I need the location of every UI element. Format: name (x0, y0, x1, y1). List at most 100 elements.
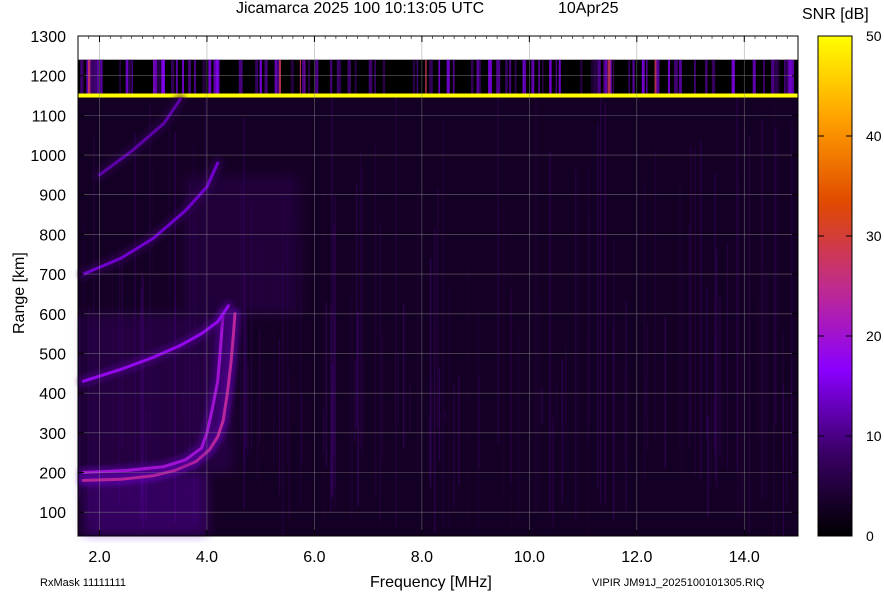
interference-column (505, 59, 508, 96)
colorbar-tick-label: 0 (866, 528, 874, 544)
interference-column (607, 59, 611, 96)
interference-column (446, 59, 449, 96)
interference-column (632, 59, 635, 96)
noise-streak (655, 148, 657, 446)
interference-column (514, 59, 517, 96)
noise-streak (478, 375, 480, 469)
noise-streak (350, 295, 352, 519)
interference-column (776, 59, 780, 96)
noise-streak (278, 338, 281, 495)
noise-streak (500, 251, 502, 458)
interference-column (509, 59, 511, 96)
interference-column (641, 59, 645, 96)
plot-layer (77, 59, 799, 537)
noise-streak (437, 188, 439, 429)
noise-streak (357, 311, 359, 507)
interference-column (125, 59, 128, 96)
noise-streak (710, 394, 712, 485)
interference-column (339, 59, 342, 96)
noise-streak (714, 173, 716, 456)
noise-streak (497, 90, 499, 445)
noise-streak (442, 120, 444, 527)
interference-column (259, 59, 262, 96)
y-tick-label: 1300 (30, 29, 66, 46)
y-tick-label: 500 (39, 346, 66, 363)
noise-streak (429, 258, 432, 488)
y-tick-label: 700 (39, 267, 66, 284)
colorbar (817, 35, 853, 537)
noise-streak (700, 140, 702, 480)
noise-streak (644, 180, 646, 485)
noise-streak (245, 313, 247, 448)
interference-column (656, 59, 660, 96)
noise-streak (737, 177, 739, 523)
noise-streak (707, 416, 709, 517)
noise-streak (262, 368, 264, 463)
noise-streak (625, 300, 627, 512)
noise-streak (453, 382, 455, 510)
noise-streak (552, 415, 554, 528)
interference-column (610, 59, 612, 96)
x-tick-label: 6.0 (303, 549, 325, 566)
noise-streak (381, 331, 384, 462)
noise-streak (549, 150, 551, 513)
interference-column (308, 59, 310, 96)
interference-column (182, 59, 184, 96)
y-tick-label: 1200 (30, 69, 66, 86)
interference-column (416, 59, 419, 96)
noise-streak (510, 211, 512, 533)
noise-streak (759, 278, 761, 441)
interference-column (522, 59, 524, 96)
colorbar-tick-label: 40 (866, 128, 882, 144)
noise-streak (765, 269, 767, 498)
interference-column (667, 59, 670, 96)
noise-streak (786, 397, 788, 505)
interference-column (558, 59, 561, 96)
noise-streak (624, 371, 626, 459)
x-tick-label: 12.0 (621, 549, 652, 566)
interference-column (471, 59, 474, 96)
x-tick-label: 10.0 (514, 549, 545, 566)
interference-column (374, 59, 376, 96)
noise-streak (556, 384, 558, 427)
noise-streak (565, 337, 567, 472)
interference-column (412, 59, 416, 96)
noise-streak (334, 195, 336, 488)
noise-streak (403, 303, 405, 448)
interference-column (478, 59, 481, 96)
noise-streak (721, 388, 723, 469)
interference-column (354, 59, 357, 96)
noise-streak (300, 240, 302, 508)
noise-streak (417, 188, 419, 473)
noise-streak (694, 147, 696, 476)
interference-column (97, 59, 99, 96)
noise-streak (333, 222, 335, 458)
noise-streak (256, 394, 258, 479)
interference-column (382, 59, 386, 96)
noise-streak (726, 243, 729, 471)
interference-column (678, 59, 682, 96)
interference-column (302, 59, 306, 96)
interference-column (92, 59, 97, 96)
y-tick-label: 400 (39, 386, 66, 403)
noise-streak (575, 168, 577, 523)
noise-streak (679, 185, 681, 448)
x-tick-label: 4.0 (196, 549, 218, 566)
interference-column (549, 59, 552, 96)
noise-streak (428, 415, 430, 482)
noise-streak (325, 302, 327, 467)
ionogram-chart: 1002003004005006007008009001000110012001… (30, 28, 882, 566)
interference-column (264, 59, 268, 96)
colorbar-tick-label: 30 (866, 228, 882, 244)
noise-streak (330, 305, 332, 513)
noise-streak (541, 386, 543, 425)
interference-column (274, 59, 278, 96)
interference-column (299, 59, 301, 96)
noise-streak (681, 268, 683, 483)
noise-streak (438, 367, 441, 461)
noise-streak (434, 226, 436, 533)
interference-column (711, 59, 716, 96)
interference-column (277, 59, 279, 96)
noise-streak (359, 153, 361, 447)
noise-streak (600, 83, 602, 504)
